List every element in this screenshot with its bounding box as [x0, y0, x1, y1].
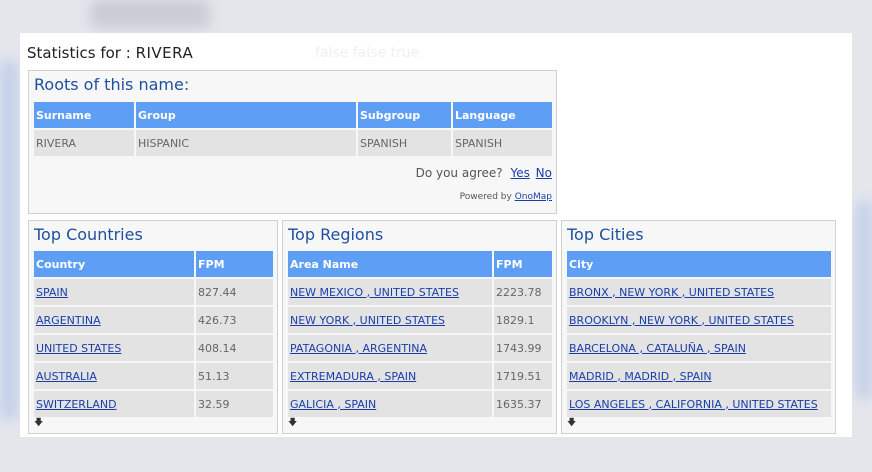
table-header-row: Country FPM	[34, 251, 273, 277]
city-link[interactable]: BARCELONA , CATALUÑA , SPAIN	[569, 342, 746, 355]
table-row: GALICIA , SPAIN 1635.37	[288, 391, 552, 417]
statistics-page: Statistics for : RIVERA false false true…	[20, 33, 852, 437]
table-header-row: Surname Group Subgroup Language	[34, 102, 552, 128]
region-link[interactable]: NEW YORK , UNITED STATES	[290, 314, 445, 327]
table-header-row: City	[567, 251, 831, 277]
column-header-fpm: FPM	[196, 251, 273, 277]
roots-table: Surname Group Subgroup Language RIVERA H…	[32, 100, 554, 158]
column-header-surname: Surname	[34, 102, 134, 128]
powered-by-label: Powered by	[459, 192, 512, 202]
powered-by: Powered by OnoMap	[460, 192, 552, 202]
fpm-value: 1635.37	[494, 391, 552, 417]
column-header-area-name: Area Name	[288, 251, 492, 277]
onomap-link[interactable]: OnoMap	[515, 192, 552, 202]
city-link[interactable]: LOS ANGELES , CALIFORNIA , UNITED STATES	[569, 398, 818, 411]
download-arrow-icon[interactable]: 🡇	[34, 419, 43, 428]
page-title: Statistics for : RIVERA	[27, 44, 547, 66]
table-row: SPAIN 827.44	[34, 279, 273, 305]
table-row: PATAGONIA , ARGENTINA 1743.99	[288, 335, 552, 361]
fpm-value: 1829.1	[494, 307, 552, 333]
top-regions-panel: Top Regions Area Name FPM NEW MEXICO , U…	[282, 220, 557, 434]
region-link[interactable]: GALICIA , SPAIN	[290, 398, 376, 411]
fpm-value: 408.14	[196, 335, 273, 361]
cities-table: City BRONX , NEW YORK , UNITED STATES BR…	[565, 249, 833, 419]
cell-group: HISPANIC	[136, 130, 356, 156]
cell-surname: RIVERA	[34, 130, 134, 156]
title-label: Statistics for :	[27, 44, 131, 62]
table-row: BARCELONA , CATALUÑA , SPAIN	[567, 335, 831, 361]
blurred-background-shape	[90, 0, 210, 28]
roots-panel: Roots of this name: Surname Group Subgro…	[28, 70, 557, 214]
blurred-background-shape	[856, 200, 872, 400]
cell-language: SPANISH	[453, 130, 552, 156]
table-header-row: Area Name FPM	[288, 251, 552, 277]
table-row: MADRID , MADRID , SPAIN	[567, 363, 831, 389]
column-header-fpm: FPM	[494, 251, 552, 277]
column-header-subgroup: Subgroup	[358, 102, 451, 128]
column-header-country: Country	[34, 251, 194, 277]
table-row: NEW YORK , UNITED STATES 1829.1	[288, 307, 552, 333]
agree-prompt: Do you agree?	[415, 166, 503, 180]
blurred-background-shape	[0, 60, 18, 420]
hidden-debug-text: false false true	[315, 45, 420, 61]
no-link[interactable]: No	[536, 166, 552, 180]
region-link[interactable]: EXTREMADURA , SPAIN	[290, 370, 416, 383]
top-countries-panel: Top Countries Country FPM SPAIN 827.44 AR…	[28, 220, 278, 434]
countries-table: Country FPM SPAIN 827.44 ARGENTINA 426.73 …	[32, 249, 275, 419]
download-arrow-icon[interactable]: 🡇	[288, 419, 297, 428]
top-countries-title: Top Countries	[34, 225, 143, 244]
regions-table: Area Name FPM NEW MEXICO , UNITED STATES…	[286, 249, 554, 419]
table-row: BRONX , NEW YORK , UNITED STATES	[567, 279, 831, 305]
table-row: NEW MEXICO , UNITED STATES 2223.78	[288, 279, 552, 305]
country-link[interactable]: UNITED STATES	[36, 342, 121, 355]
top-regions-title: Top Regions	[288, 225, 384, 244]
top-cities-panel: Top Cities City BRONX , NEW YORK , UNITE…	[561, 220, 836, 434]
column-header-group: Group	[136, 102, 356, 128]
region-link[interactable]: NEW MEXICO , UNITED STATES	[290, 286, 459, 299]
title-surname: RIVERA	[135, 44, 194, 62]
cell-subgroup: SPANISH	[358, 130, 451, 156]
table-row: UNITED STATES 408.14	[34, 335, 273, 361]
fpm-value: 426.73	[196, 307, 273, 333]
fpm-value: 32.59	[196, 391, 273, 417]
country-link[interactable]: AUSTRALIA	[36, 370, 97, 383]
table-row: AUSTRALIA 51.13	[34, 363, 273, 389]
country-link[interactable]: SPAIN	[36, 286, 68, 299]
region-link[interactable]: PATAGONIA , ARGENTINA	[290, 342, 427, 355]
table-row: RIVERA HISPANIC SPANISH SPANISH	[34, 130, 552, 156]
table-row: EXTREMADURA , SPAIN 1719.51	[288, 363, 552, 389]
table-row: LOS ANGELES , CALIFORNIA , UNITED STATES	[567, 391, 831, 417]
city-link[interactable]: BRONX , NEW YORK , UNITED STATES	[569, 286, 774, 299]
roots-title: Roots of this name:	[34, 75, 190, 94]
table-row: BROOKLYN , NEW YORK , UNITED STATES	[567, 307, 831, 333]
table-row: ARGENTINA 426.73	[34, 307, 273, 333]
fpm-value: 827.44	[196, 279, 273, 305]
agree-prompt-row: Do you agree? Yes No	[416, 166, 552, 180]
country-link[interactable]: SWITZERLAND	[36, 398, 117, 411]
fpm-value: 1743.99	[494, 335, 552, 361]
table-row: SWITZERLAND 32.59	[34, 391, 273, 417]
column-header-city: City	[567, 251, 831, 277]
city-link[interactable]: BROOKLYN , NEW YORK , UNITED STATES	[569, 314, 794, 327]
fpm-value: 1719.51	[494, 363, 552, 389]
top-cities-title: Top Cities	[567, 225, 644, 244]
country-link[interactable]: ARGENTINA	[36, 314, 101, 327]
column-header-language: Language	[453, 102, 552, 128]
yes-link[interactable]: Yes	[510, 166, 529, 180]
fpm-value: 2223.78	[494, 279, 552, 305]
download-arrow-icon[interactable]: 🡇	[567, 419, 576, 428]
city-link[interactable]: MADRID , MADRID , SPAIN	[569, 370, 712, 383]
fpm-value: 51.13	[196, 363, 273, 389]
